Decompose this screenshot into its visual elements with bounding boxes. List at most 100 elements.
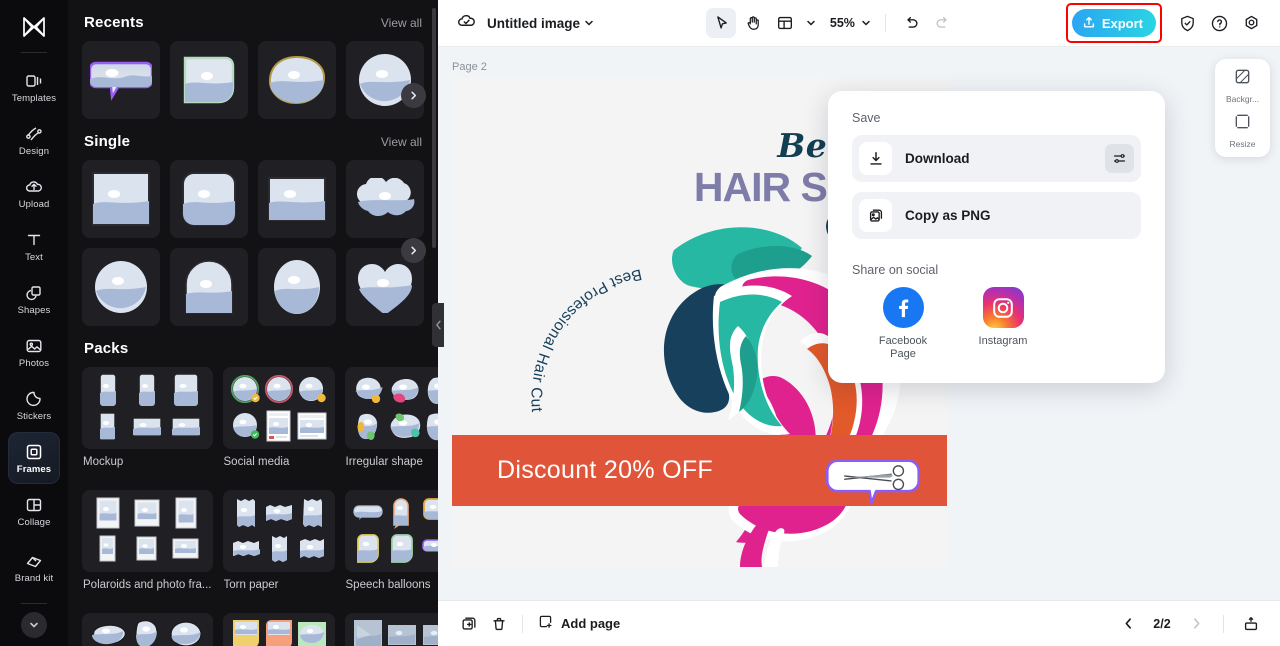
frame-thumbnail[interactable] xyxy=(258,41,336,119)
page-label: Page 2 xyxy=(452,61,487,73)
packs-grid: Mockup Social media Irregular shape Pola… xyxy=(82,367,438,646)
prev-page-button[interactable] xyxy=(1113,609,1143,639)
view-all-link-recents[interactable]: View all xyxy=(381,16,422,30)
chevron-right-icon[interactable] xyxy=(401,83,426,108)
design-icon xyxy=(24,124,44,144)
pack-item-speech-balloons[interactable]: Speech balloons xyxy=(344,490,438,603)
sidebar-item-stickers[interactable]: Stickers xyxy=(8,379,60,431)
chevron-down-icon[interactable] xyxy=(21,612,47,638)
single-grid xyxy=(82,160,424,326)
pack-thumbnail xyxy=(82,367,213,449)
sidebar-item-brand-kit[interactable]: Brand kit xyxy=(8,538,60,596)
frame-thumbnail[interactable] xyxy=(170,248,248,326)
frame-thumbnail[interactable] xyxy=(258,160,336,238)
svg-text:Best Professional Hair Cut: Best Professional Hair Cut xyxy=(527,265,643,413)
pack-thumbnail xyxy=(222,613,335,646)
share-section-title: Share on social xyxy=(852,263,939,277)
copy-as-png-menu-item[interactable]: Copy as PNG xyxy=(852,192,1141,239)
facebook-icon xyxy=(882,287,924,328)
export-highlight-box: Export xyxy=(1065,3,1162,43)
chevron-down-icon[interactable] xyxy=(857,10,875,36)
background-icon xyxy=(1233,67,1252,91)
download-settings-button[interactable] xyxy=(1105,144,1134,173)
delete-page-icon[interactable] xyxy=(484,609,514,639)
frame-thumbnail[interactable] xyxy=(82,41,160,119)
pack-item-mockup[interactable]: Mockup xyxy=(82,367,213,480)
frame-thumbnail[interactable] xyxy=(258,248,336,326)
hand-tool-button[interactable] xyxy=(738,8,768,38)
sidebar-item-shapes[interactable]: Shapes xyxy=(8,273,60,325)
zoom-level[interactable]: 55% xyxy=(830,16,855,30)
pack-thumbnail xyxy=(344,613,438,646)
frame-thumbnail[interactable] xyxy=(170,160,248,238)
sidebar-item-label: Brand kit xyxy=(14,572,54,584)
frame-thumbnail[interactable] xyxy=(82,248,160,326)
select-tool-button[interactable] xyxy=(705,8,736,38)
rail-divider-bottom xyxy=(21,603,47,604)
sidebar-item-text[interactable]: Text xyxy=(8,220,60,272)
download-icon xyxy=(859,142,892,175)
chevron-down-icon[interactable] xyxy=(580,10,598,36)
scissors-icon xyxy=(826,459,920,503)
frame-thumbnail[interactable] xyxy=(82,160,160,238)
cloud-saved-icon[interactable] xyxy=(456,10,477,36)
frame-thumbnail[interactable] xyxy=(346,160,424,238)
next-page-button[interactable] xyxy=(1181,609,1211,639)
export-button[interactable]: Export xyxy=(1071,9,1156,37)
document-title[interactable]: Untitled image xyxy=(487,16,580,31)
pack-item-social-media[interactable]: Social media xyxy=(222,367,335,480)
rail-divider xyxy=(21,52,47,53)
sidebar-item-templates[interactable]: Templates xyxy=(8,61,60,113)
chevron-right-icon[interactable] xyxy=(401,238,426,263)
panel-scrollbar[interactable] xyxy=(432,8,436,248)
resize-button[interactable]: Resize xyxy=(1219,112,1266,149)
add-page-button[interactable]: Add page xyxy=(537,613,620,635)
upload-cloud-icon xyxy=(24,177,44,197)
pack-item-torn-paper[interactable]: Torn paper xyxy=(222,490,335,603)
recents-grid xyxy=(82,41,424,119)
pack-item-row3-b[interactable] xyxy=(222,613,335,646)
pack-item-row3-c[interactable] xyxy=(344,613,438,646)
pages-panel-icon[interactable] xyxy=(1236,609,1266,639)
add-page-label: Add page xyxy=(561,616,621,631)
chevron-down-icon[interactable] xyxy=(802,10,820,36)
pack-item-row3-a[interactable] xyxy=(82,613,213,646)
sidebar-item-label: Stickers xyxy=(16,410,52,422)
layout-tool-button[interactable] xyxy=(770,8,800,38)
canvas-area[interactable]: Page 2 Best Professional Hair Cut HAIR S… xyxy=(438,47,1280,600)
shield-check-icon[interactable] xyxy=(1172,8,1202,38)
pack-item-polaroids[interactable]: Polaroids and photo fra... xyxy=(82,490,213,603)
section-header-packs: Packs xyxy=(82,326,424,367)
sidebar-item-collage[interactable]: Collage xyxy=(8,485,60,537)
undo-button[interactable] xyxy=(896,8,926,38)
sidebar-item-upload[interactable]: Upload xyxy=(8,167,60,219)
canvas-tools-group: 55% xyxy=(705,8,958,38)
share-facebook-button[interactable]: Facebook Page xyxy=(870,287,936,361)
pack-thumbnail xyxy=(222,367,335,449)
sidebar-item-frames[interactable]: Frames xyxy=(8,432,60,484)
share-instagram-button[interactable]: Instagram xyxy=(970,287,1036,361)
download-menu-item[interactable]: Download xyxy=(852,135,1141,182)
frame-thumbnail[interactable] xyxy=(170,41,248,119)
view-all-link-single[interactable]: View all xyxy=(381,135,422,149)
pack-thumbnail xyxy=(82,613,213,646)
panel-collapse-handle[interactable] xyxy=(432,303,444,347)
sidebar-item-photos[interactable]: Photos xyxy=(8,326,60,378)
help-question-icon[interactable] xyxy=(1204,8,1234,38)
settings-gear-icon[interactable] xyxy=(1236,8,1266,38)
artwork-banner-text: Discount 20% OFF xyxy=(497,456,713,484)
pack-item-irregular-shape[interactable]: Irregular shape xyxy=(344,367,438,480)
right-tool-card: Backgr... Resize xyxy=(1215,59,1270,157)
bottom-toolbar: Add page 2/2 xyxy=(438,600,1280,646)
capcut-logo-icon[interactable] xyxy=(14,10,54,44)
brand-kit-icon xyxy=(24,551,44,571)
sidebar-item-label: Photos xyxy=(18,357,50,369)
export-upload-icon xyxy=(1082,15,1096,32)
sidebar-item-label: Templates xyxy=(11,92,57,104)
sidebar-item-design[interactable]: Design xyxy=(8,114,60,166)
page-count-label: 2/2 xyxy=(1153,616,1171,631)
pack-label: Torn paper xyxy=(223,579,279,591)
duplicate-page-icon[interactable] xyxy=(454,609,484,639)
background-button[interactable]: Backgr... xyxy=(1219,67,1266,104)
redo-button[interactable] xyxy=(928,8,958,38)
